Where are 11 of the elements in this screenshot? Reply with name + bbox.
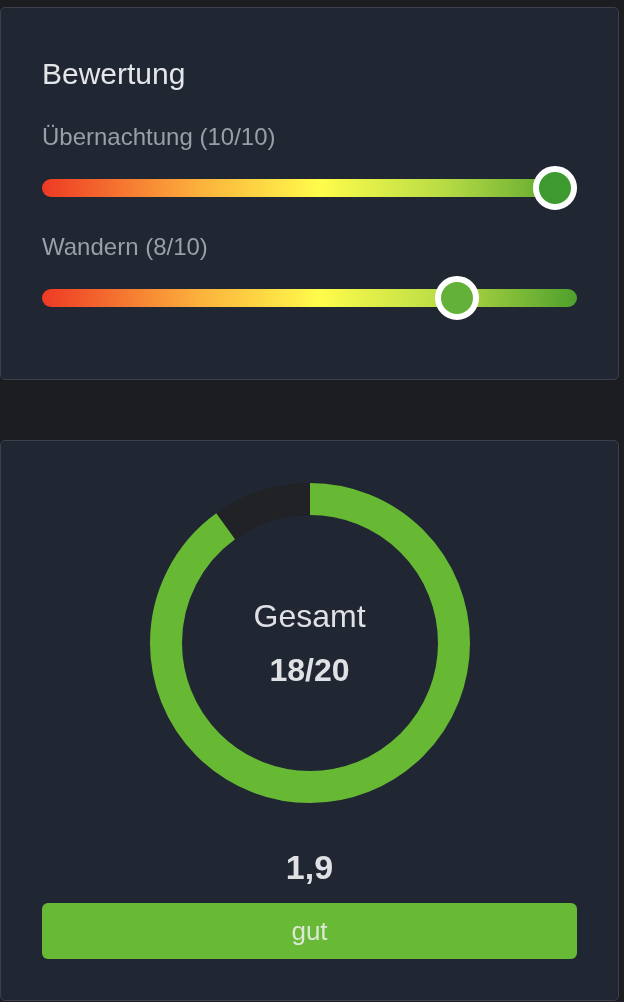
slider-label: Wandern (8/10) xyxy=(42,232,209,262)
gauge-label: Gesamt xyxy=(253,597,366,636)
grade-value: 1,9 xyxy=(285,847,334,887)
card-title: Bewertung xyxy=(42,56,187,92)
verdict-bar: gut xyxy=(42,903,577,959)
gauge-value: 18/20 xyxy=(269,651,350,690)
slider-thumb[interactable] xyxy=(434,276,479,320)
rating-slider[interactable] xyxy=(42,166,577,210)
rating-slider[interactable] xyxy=(42,276,577,320)
slider-label: Übernachtung (10/10) xyxy=(42,122,277,152)
slider-thumb[interactable] xyxy=(533,166,577,210)
